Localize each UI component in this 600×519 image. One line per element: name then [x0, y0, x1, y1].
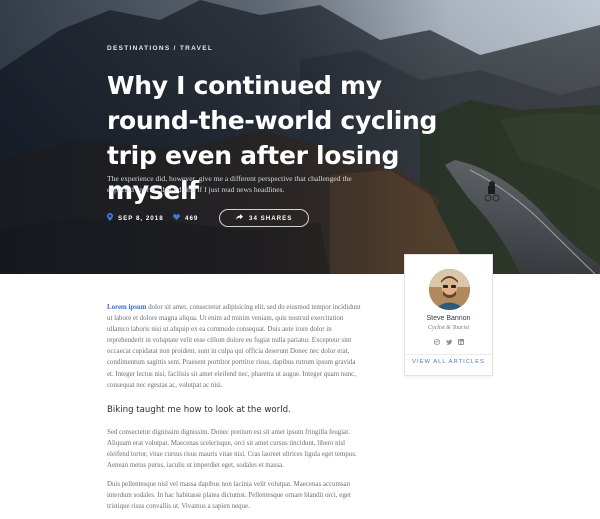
- dribbble-icon[interactable]: [433, 339, 440, 345]
- share-count: 34 SHARES: [249, 214, 293, 222]
- paragraph: Duis pellentesque nisl vel massa dapibus…: [107, 481, 351, 511]
- linkedin-icon[interactable]: [457, 339, 464, 345]
- page-subtitle: The experience did, however, give me a d…: [107, 174, 352, 194]
- article-body: Lorem ipsum dolor sit amet, consectetur …: [107, 302, 362, 519]
- post-meta: SEP 8, 2018 469 34 SHARES: [107, 209, 310, 227]
- hero-banner: DESTINATIONS / TRAVEL Why I continued my…: [0, 0, 600, 274]
- section-heading: Biking taught me how to look at the worl…: [107, 404, 291, 415]
- lead-text: dolor sit amet, consectetur adipisicing …: [107, 304, 361, 389]
- heart-icon: [173, 214, 180, 222]
- like-counter[interactable]: 469: [173, 214, 219, 222]
- social-links: [405, 339, 492, 345]
- card-divider: [405, 354, 492, 355]
- twitter-icon[interactable]: [445, 339, 452, 345]
- author-card: Steve Bannon Cyclist & Tourist VIEW ALL …: [404, 254, 493, 376]
- post-date-text: SEP 8, 2018: [118, 214, 164, 222]
- like-count: 469: [185, 214, 199, 222]
- share-icon: [236, 214, 243, 222]
- avatar[interactable]: [429, 269, 470, 310]
- author-name[interactable]: Steve Bannon: [405, 315, 492, 322]
- share-button[interactable]: 34 SHARES: [219, 209, 310, 227]
- post-date: SEP 8, 2018: [107, 213, 169, 223]
- lead-paragraph: Lorem ipsum dolor sit amet, consectetur …: [107, 302, 362, 391]
- paragraph: Sed consectetur dignissim dignissim. Don…: [107, 428, 357, 470]
- breadcrumb[interactable]: DESTINATIONS / TRAVEL: [107, 45, 213, 52]
- lead-highlight: Lorem ipsum: [107, 304, 147, 311]
- author-role: Cyclist & Tourist: [427, 325, 470, 331]
- view-all-articles-link[interactable]: VIEW ALL ARTICLES: [405, 359, 492, 365]
- map-pin-icon: [107, 213, 113, 223]
